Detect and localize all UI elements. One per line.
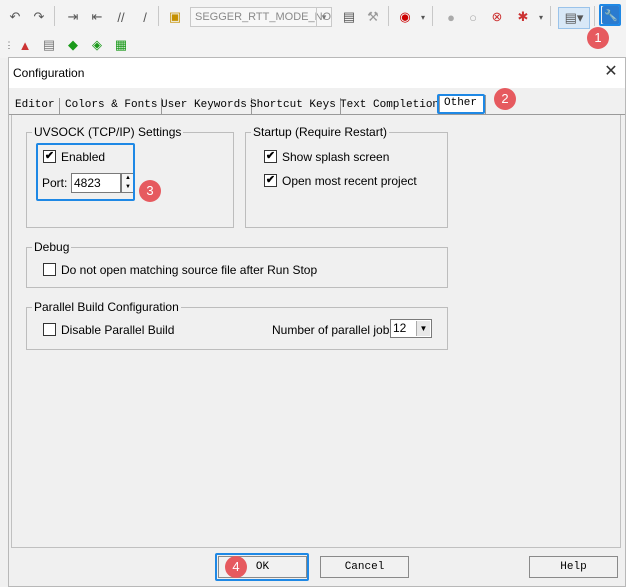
dialog-title: Configuration: [13, 66, 85, 80]
disable-breakpoint-icon[interactable]: ○: [464, 8, 482, 26]
step-badge-1: 1: [587, 27, 609, 49]
pack-installer-icon[interactable]: ▦: [112, 36, 130, 54]
step-badge-2: 2: [494, 88, 516, 110]
disable-parallel-checkbox[interactable]: [43, 323, 56, 336]
help-button[interactable]: Help: [529, 556, 618, 578]
comment-icon[interactable]: //: [112, 8, 130, 26]
toolbar-separator: [550, 6, 551, 26]
toolbar-separator: [388, 6, 389, 26]
redo-icon[interactable]: ↷: [30, 8, 48, 26]
parallel-build-legend: Parallel Build Configuration: [34, 300, 179, 314]
chevron-down-icon: ▾: [316, 8, 331, 26]
unindent-icon[interactable]: ⇤: [88, 8, 106, 26]
debug-legend: Debug: [34, 240, 70, 254]
highlight-configuration: [599, 4, 621, 26]
tab-shortcut-keys[interactable]: Shortcut Keys: [246, 98, 341, 114]
kill-breakpoints-icon[interactable]: ⊗: [488, 8, 506, 26]
toolbar-separator: [594, 6, 595, 26]
open-recent-checkbox[interactable]: ✔: [264, 174, 277, 187]
parallel-jobs-value: 12: [393, 321, 407, 335]
startup-legend: Startup (Require Restart): [253, 125, 388, 139]
chevron-down-icon[interactable]: ▾: [532, 8, 550, 26]
open-recent-label: Open most recent project: [282, 174, 417, 188]
open-file-icon[interactable]: ▣: [166, 8, 184, 26]
build-icon[interactable]: ▲: [16, 36, 34, 54]
no-source-checkbox[interactable]: [43, 263, 56, 276]
step-badge-3: 3: [139, 180, 161, 202]
tab-user-keywords[interactable]: User Keywords: [157, 98, 252, 114]
find-icon[interactable]: ▤: [340, 8, 358, 26]
target-select-value: SEGGER_RTT_MODE_NO_: [195, 11, 332, 23]
uncomment-icon[interactable]: /: [136, 8, 154, 26]
tab-editor[interactable]: Editor: [11, 98, 60, 114]
cancel-button[interactable]: Cancel: [320, 556, 409, 578]
download-icon[interactable]: ◆: [64, 36, 82, 54]
erase-icon[interactable]: ◈: [88, 36, 106, 54]
indent-icon[interactable]: ⇥: [64, 8, 82, 26]
toolbar-separator: [54, 6, 55, 26]
debug-icon[interactable]: ◉: [396, 8, 414, 26]
highlight-other-tab: [437, 94, 485, 114]
tools-icon[interactable]: ⚒: [364, 8, 382, 26]
toolbar: ↶ ↷ ⇥ ⇤ // / ▣ SEGGER_RTT_MODE_NO_ ▾ ▤ ⚒…: [0, 0, 626, 58]
show-splash-label: Show splash screen: [282, 150, 390, 164]
show-splash-checkbox[interactable]: ✔: [264, 150, 277, 163]
breakpoint-icon[interactable]: ●: [442, 8, 460, 26]
undo-icon[interactable]: ↶: [6, 8, 24, 26]
run-icon[interactable]: ✱: [514, 8, 532, 26]
uvsock-legend: UVSOCK (TCP/IP) Settings: [34, 125, 182, 139]
target-select[interactable]: SEGGER_RTT_MODE_NO_ ▾: [190, 7, 332, 27]
chevron-down-icon: ▼: [416, 321, 430, 336]
close-icon[interactable]: ✕: [601, 62, 621, 82]
configuration-dialog: Configuration ✕ Editor Colors & Fonts Us…: [8, 57, 626, 587]
parallel-jobs-label: Number of parallel jobs:: [272, 323, 399, 337]
no-source-label: Do not open matching source file after R…: [61, 263, 318, 277]
disable-parallel-label: Disable Parallel Build: [61, 323, 175, 337]
dialog-titlebar: Configuration ✕: [9, 58, 625, 88]
highlight-uvsock: [36, 143, 135, 201]
toolbar-separator: [432, 6, 433, 26]
window-layout-icon[interactable]: ▤▾: [558, 7, 590, 29]
step-badge-4: 4: [225, 556, 247, 578]
chevron-down-icon[interactable]: ▾: [414, 8, 432, 26]
toolbar-separator: [158, 6, 159, 26]
tab-colors-fonts[interactable]: Colors & Fonts: [61, 98, 163, 114]
tab-text-completion[interactable]: Text Completion: [336, 98, 445, 114]
parallel-jobs-select[interactable]: 12 ▼: [390, 319, 432, 338]
rebuild-icon[interactable]: ▤: [40, 36, 58, 54]
